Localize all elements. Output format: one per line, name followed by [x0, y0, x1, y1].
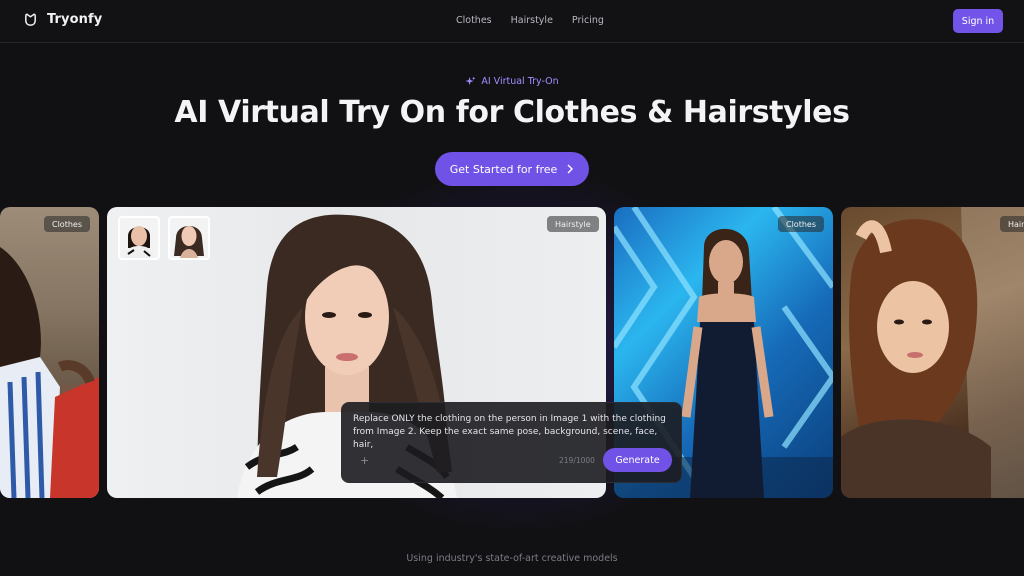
person-photo [841, 207, 1024, 498]
models-note: Using industry's state-of-art creative m… [406, 553, 618, 564]
sign-in-button[interactable]: Sign in [953, 9, 1003, 33]
showcase-card-hairstyle-2[interactable]: Hair [841, 207, 1024, 498]
add-image-button[interactable]: + [360, 454, 369, 467]
showcase-card-clothes-1[interactable]: Clothes [0, 207, 99, 498]
nav-link-hairstyle[interactable]: Hairstyle [511, 15, 553, 26]
character-counter: 219/1000 [559, 456, 595, 465]
logo-icon [25, 13, 36, 26]
hero-badge-label: AI Virtual Try-On [481, 76, 559, 87]
hero-badge: AI Virtual Try-On [0, 76, 1024, 87]
card-tag: Clothes [44, 216, 90, 232]
get-started-label: Get Started for free [449, 162, 558, 176]
chevron-right-icon [567, 164, 574, 174]
top-navbar: Tryonfy Clothes Hairstyle Pricing Sign i… [0, 0, 1024, 43]
card-tag: Clothes [778, 216, 824, 232]
prompt-panel: Replace ONLY the clothing on the person … [341, 402, 682, 483]
get-started-button[interactable]: Get Started for free [435, 152, 589, 186]
reference-thumbnail-person[interactable] [118, 216, 160, 260]
hairstyle-thumbnail [174, 226, 204, 258]
prompt-textarea[interactable]: Replace ONLY the clothing on the person … [353, 413, 673, 452]
generate-button[interactable]: Generate [603, 448, 672, 472]
brand-name: Tryonfy [47, 12, 103, 27]
brand-logo[interactable]: Tryonfy [23, 12, 102, 27]
nav-link-clothes[interactable]: Clothes [456, 15, 492, 26]
hero-title: AI Virtual Try On for Clothes & Hairstyl… [174, 95, 850, 130]
person-photo [0, 247, 99, 498]
card-tag: Hairstyle [547, 216, 599, 232]
reference-thumbnail-hairstyle[interactable] [168, 216, 210, 260]
main-nav: Clothes Hairstyle Pricing [456, 15, 604, 26]
person-thumbnail [124, 226, 154, 258]
nav-link-pricing[interactable]: Pricing [572, 15, 604, 26]
sparkle-icon [465, 76, 476, 86]
card-tag: Hair [1000, 216, 1024, 232]
